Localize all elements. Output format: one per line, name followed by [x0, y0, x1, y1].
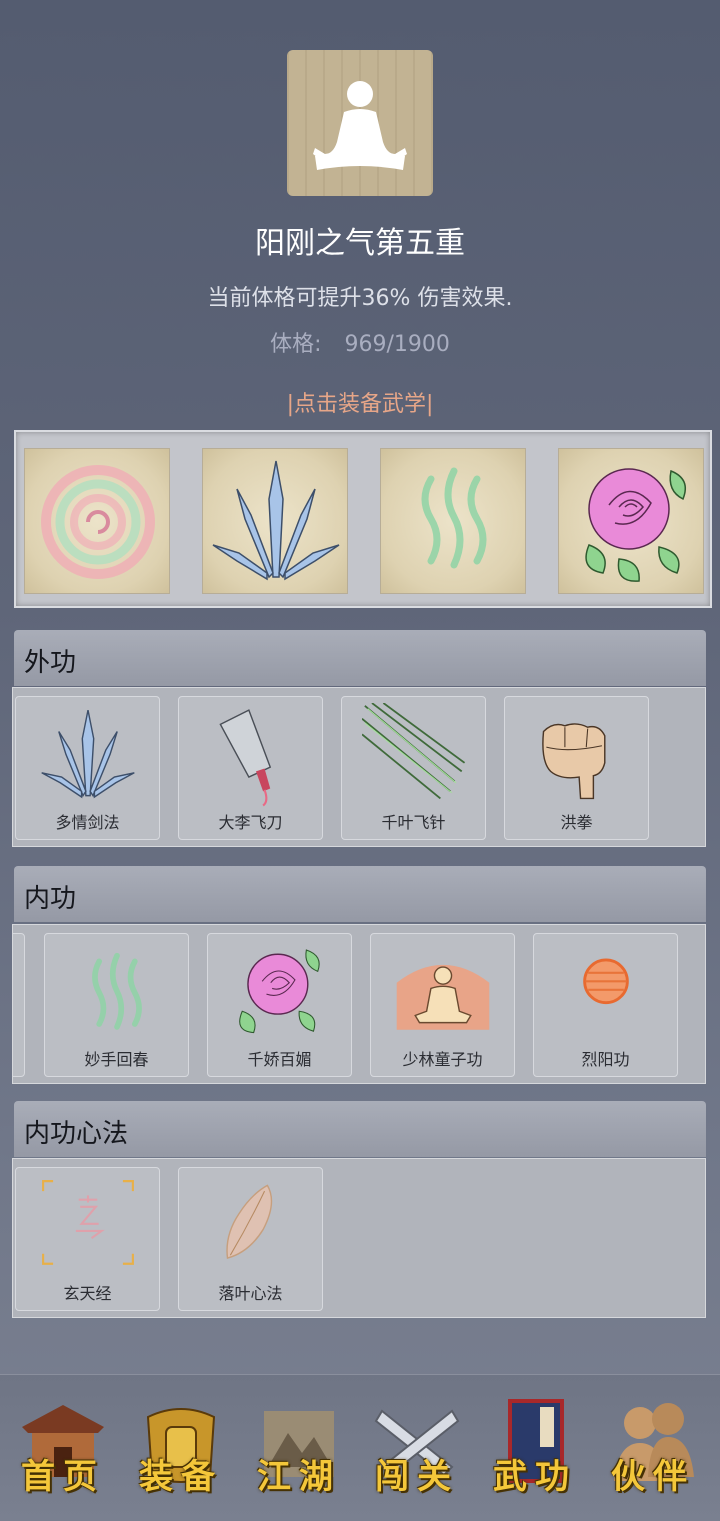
effect-description: 当前体格可提升36% 伤害效果.	[207, 286, 513, 311]
skill-card[interactable]: 洪拳	[504, 696, 649, 840]
stat-label: 体格:	[270, 332, 322, 357]
mind-method-list[interactable]: 玄天经 落叶心法	[12, 1158, 706, 1318]
outer-skills-header: 外功	[14, 630, 706, 686]
rose-icon	[585, 468, 686, 582]
constitution-stat: 体格: 969/1900	[0, 326, 720, 358]
skill-name: 少林童子功	[402, 1050, 483, 1069]
equipped-skills-panel	[14, 430, 712, 608]
nav-label: 闯关	[375, 1457, 459, 1497]
nav-label: 装备	[139, 1457, 223, 1497]
nav-challenge[interactable]: 闯关	[362, 1397, 472, 1501]
fist-icon	[542, 723, 606, 800]
mind-method-title: 内功心法	[24, 1119, 129, 1149]
bottom-nav: 首页 装备 江湖 闯关 武功 伙伴	[0, 1374, 720, 1521]
spiral-icon	[41, 465, 155, 579]
outer-skills-title: 外功	[24, 648, 77, 678]
equipped-slot-4[interactable]	[558, 448, 704, 594]
skill-card[interactable]: 多情剑法	[15, 696, 160, 840]
rose-icon	[239, 949, 320, 1034]
crystal-blades-icon	[212, 460, 340, 581]
skill-card-partial[interactable]	[13, 933, 25, 1077]
equipped-slot-3[interactable]	[380, 448, 526, 594]
skill-card[interactable]: 落叶心法	[178, 1167, 323, 1311]
skill-card[interactable]: 千叶飞针	[341, 696, 486, 840]
skill-card[interactable]: 千娇百媚	[207, 933, 352, 1077]
stat-value: 969/1900	[344, 332, 450, 357]
skill-name: 玄天经	[63, 1284, 112, 1303]
crystal-blades-icon	[41, 709, 135, 799]
skill-name: 妙手回春	[84, 1050, 149, 1069]
fire-orb-icon	[583, 958, 629, 1005]
nav-label: 首页	[21, 1457, 105, 1497]
inner-skills-title: 内功	[24, 884, 77, 914]
skill-name: 洪拳	[560, 813, 593, 832]
inner-skills-list[interactable]: 妙手回春 千娇百媚 少林童子功 烈阳功	[12, 924, 706, 1084]
leaf-icon	[226, 1184, 273, 1259]
skill-card[interactable]: 妙手回春	[44, 933, 189, 1077]
nav-equipment[interactable]: 装备	[126, 1397, 236, 1501]
equipped-slot-2[interactable]	[202, 448, 348, 594]
equipped-slot-1[interactable]	[24, 448, 170, 594]
needles-icon	[362, 703, 466, 800]
skill-name: 多情剑法	[55, 813, 120, 832]
outer-skills-list[interactable]: 多情剑法 大李飞刀 千叶飞针 洪拳	[12, 687, 706, 847]
equip-skill-link[interactable]: |点击装备武学|	[0, 386, 720, 418]
nav-label: 江湖	[257, 1457, 341, 1497]
skill-name: 千娇百媚	[247, 1050, 312, 1069]
nav-label: 武功	[493, 1457, 577, 1497]
skill-card[interactable]: 少林童子功	[370, 933, 515, 1077]
cleaver-icon	[219, 709, 272, 807]
skill-name: 落叶心法	[218, 1284, 283, 1303]
skill-card[interactable]: 大李飞刀	[178, 696, 323, 840]
meditating-monk-icon	[396, 964, 490, 1030]
nav-partners[interactable]: 伙伴	[598, 1397, 708, 1501]
page-title: 阳刚之气第五重	[255, 226, 465, 261]
nav-label: 伙伴	[611, 1457, 695, 1497]
mind-method-header: 内功心法	[14, 1101, 706, 1157]
nav-martial-arts[interactable]: 武功	[480, 1397, 590, 1501]
xuan-seal-icon	[42, 1180, 134, 1265]
skill-card[interactable]: 烈阳功	[533, 933, 678, 1077]
nav-home[interactable]: 首页	[8, 1397, 118, 1501]
green-waves-icon	[421, 467, 487, 569]
skill-name: 大李飞刀	[218, 813, 283, 832]
inner-skills-header: 内功	[14, 866, 706, 922]
green-waves-icon	[92, 952, 142, 1030]
skill-card[interactable]: 玄天经	[15, 1167, 160, 1311]
nav-jianghu[interactable]: 江湖	[244, 1397, 354, 1501]
meditating-figure-icon	[313, 81, 407, 170]
skill-name: 烈阳功	[581, 1050, 630, 1069]
meditation-avatar	[287, 50, 433, 196]
skill-name: 千叶飞针	[381, 813, 446, 832]
